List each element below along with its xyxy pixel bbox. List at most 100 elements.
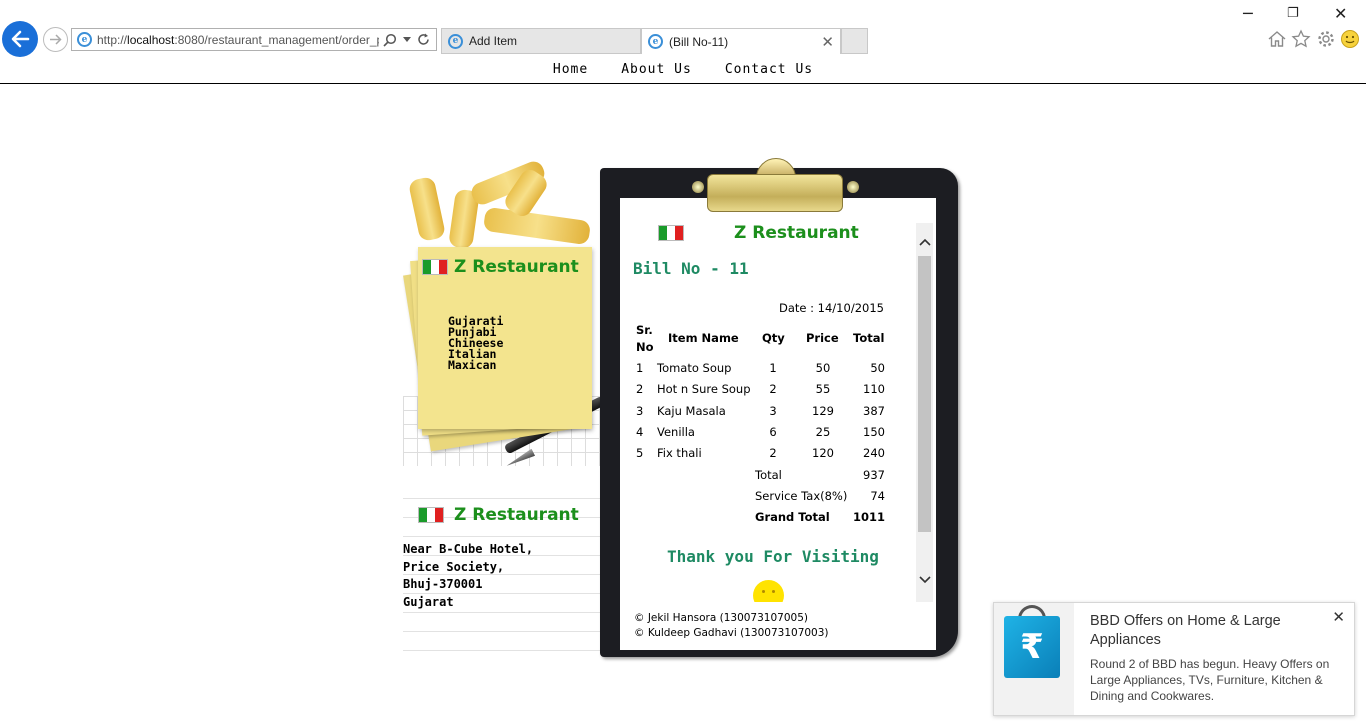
column-header-total: Total xyxy=(853,331,885,345)
offer-notification[interactable]: ₹ BBD Offers on Home & Large Appliances … xyxy=(993,602,1355,716)
row-total: 50 xyxy=(870,361,885,375)
row-total: 150 xyxy=(863,425,885,439)
summary-total-label: Total xyxy=(755,468,782,482)
favorites-icon[interactable] xyxy=(1291,29,1311,49)
summary-grand-total-value: 1011 xyxy=(852,510,885,524)
forward-arrow-icon xyxy=(50,34,62,45)
credit-line: © Kuldeep Gadhavi (130073107003) xyxy=(634,626,829,639)
notification-close-icon[interactable]: ✕ xyxy=(1332,608,1345,626)
row-sr: 5 xyxy=(636,446,644,460)
italian-flag-icon xyxy=(418,507,444,523)
row-item: Kaju Masala xyxy=(657,404,726,418)
column-header-sr-no: Sr. No xyxy=(636,323,654,354)
browser-chrome: e http://localhost:8080/restaurant_manag… xyxy=(0,0,1366,57)
tab-add-item[interactable]: e Add Item xyxy=(441,28,641,54)
address-line: Price Society, xyxy=(403,559,505,574)
address-line: Near B-Cube Hotel, xyxy=(403,542,534,556)
row-total: 110 xyxy=(863,382,885,396)
home-icon[interactable] xyxy=(1267,29,1287,49)
row-price: 25 xyxy=(815,425,831,439)
cuisine-list: Gujarati Punjabi Chineese Italian Maxica… xyxy=(448,315,503,372)
row-total: 240 xyxy=(863,446,885,460)
refresh-icon[interactable] xyxy=(417,33,430,46)
row-item: Fix thali xyxy=(657,446,702,460)
row-total: 387 xyxy=(863,404,885,418)
ie-page-icon: e xyxy=(77,32,92,47)
bill-number: Bill No - 11 xyxy=(633,259,749,278)
notification-image: ₹ xyxy=(994,603,1074,715)
address-url[interactable]: http://localhost:8080/restaurant_managem… xyxy=(97,33,379,47)
bill-header: Z Restaurant xyxy=(658,223,859,243)
ie-page-icon: e xyxy=(648,34,663,49)
scrollbar-thumb[interactable] xyxy=(918,256,931,532)
column-header-qty: Qty xyxy=(762,331,785,345)
smiley-icon[interactable] xyxy=(1340,29,1360,49)
notification-body: Round 2 of BBD has begun. Heavy Offers o… xyxy=(1090,657,1330,703)
forward-button[interactable] xyxy=(43,27,68,52)
clip-rivet xyxy=(847,181,859,193)
summary-tax-value: 74 xyxy=(870,489,885,503)
credit-line: © Jekil Hansora (130073107005) xyxy=(634,612,808,624)
new-tab-button[interactable] xyxy=(841,28,868,54)
row-sr: 3 xyxy=(636,404,644,418)
row-price: 50 xyxy=(815,361,831,375)
thank-you-message: Thank you For Visiting xyxy=(667,547,879,566)
scroll-up-arrow-icon[interactable] xyxy=(916,235,933,253)
tab-label: (Bill No-11) xyxy=(669,34,729,49)
minimize-button[interactable]: ─ xyxy=(1243,4,1253,23)
italian-flag-icon xyxy=(422,259,448,275)
clip-rivet xyxy=(692,181,704,193)
address-line: Bhuj-370001 xyxy=(403,577,483,591)
back-button[interactable] xyxy=(2,21,38,57)
row-sr: 4 xyxy=(636,425,644,439)
restaurant-address: Near B-Cube Hotel, Price Society, Bhuj-3… xyxy=(403,541,533,611)
row-qty: 3 xyxy=(769,404,777,418)
back-arrow-icon xyxy=(11,30,30,48)
summary-grand-total-label: Grand Total xyxy=(755,510,830,524)
notification-title: BBD Offers on Home & Large Appliances xyxy=(1090,613,1281,648)
row-sr: 2 xyxy=(636,382,644,396)
italian-flag-icon xyxy=(658,225,684,241)
rupee-shopping-bag-icon: ₹ xyxy=(1004,616,1060,678)
row-item: Venilla xyxy=(657,425,695,439)
pasta-decoration xyxy=(407,175,447,243)
column-header-item: Item Name xyxy=(668,331,739,345)
dropdown-arrow-icon[interactable] xyxy=(403,36,411,43)
row-qty: 6 xyxy=(769,425,777,439)
row-price: 120 xyxy=(812,446,834,460)
close-window-button[interactable]: ✕ xyxy=(1334,4,1347,23)
summary-total-value: 937 xyxy=(863,468,885,482)
cuisine-item: Maxican xyxy=(448,358,497,372)
scroll-down-arrow-icon[interactable] xyxy=(916,573,933,591)
settings-icon[interactable] xyxy=(1316,29,1336,49)
ie-page-icon: e xyxy=(448,33,463,49)
site-nav: Home About Us Contact Us xyxy=(0,60,1366,84)
restaurant-name: Z Restaurant xyxy=(454,257,579,277)
row-price: 55 xyxy=(815,382,831,396)
pasta-decoration xyxy=(482,206,592,246)
address-bar[interactable]: e http://localhost:8080/restaurant_manag… xyxy=(71,28,437,51)
tab-bill[interactable]: e (Bill No-11) ✕ xyxy=(641,28,841,54)
address-line: Gujarat xyxy=(403,594,454,609)
restore-button[interactable]: ❐ xyxy=(1287,6,1299,21)
row-qty: 2 xyxy=(769,382,777,396)
restaurant-name: Z Restaurant xyxy=(454,505,579,525)
smiley-face-icon xyxy=(753,580,784,602)
nav-contact-us[interactable]: Contact Us xyxy=(725,60,813,83)
row-qty: 1 xyxy=(769,361,777,375)
clipboard-clip xyxy=(707,174,843,212)
nav-home[interactable]: Home xyxy=(553,60,588,83)
row-sr: 1 xyxy=(636,361,644,375)
search-icon[interactable] xyxy=(383,33,397,47)
bill-date: Date : 14/10/2015 xyxy=(779,301,884,315)
sticky-note-brand: Z Restaurant xyxy=(422,257,579,277)
row-price: 129 xyxy=(812,404,834,418)
credits: © Jekil Hansora (130073107005) © Kuldeep… xyxy=(634,611,829,640)
row-qty: 2 xyxy=(769,446,777,460)
column-header-price: Price xyxy=(806,331,839,345)
tab-close-icon[interactable]: ✕ xyxy=(821,33,834,51)
row-item: Hot n Sure Soup xyxy=(657,382,751,396)
nav-about-us[interactable]: About Us xyxy=(621,60,692,83)
bill-restaurant-name: Z Restaurant xyxy=(734,223,859,243)
address-brand: Z Restaurant xyxy=(418,505,579,525)
